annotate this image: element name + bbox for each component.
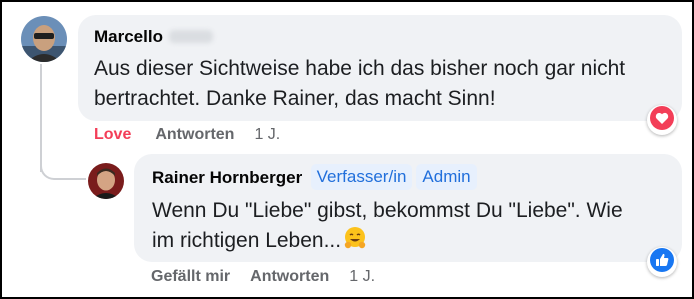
reply-button[interactable]: Antworten bbox=[155, 126, 234, 144]
like-button[interactable]: Gefällt mir bbox=[151, 268, 230, 286]
reply-text-line: Wenn Du "Liebe" gibst, bekommst Du "Lieb… bbox=[152, 199, 623, 222]
timestamp[interactable]: 1 J. bbox=[254, 126, 280, 144]
reaction-badge[interactable] bbox=[647, 247, 677, 277]
reply-bubble: Rainer Hornberger Verfasser/in Admin Wenn… bbox=[134, 154, 682, 262]
avatar[interactable] bbox=[88, 163, 124, 199]
comment-bubble: Marcello Aus dieser Sichtweise habe ich … bbox=[78, 15, 682, 121]
heart-icon bbox=[650, 105, 674, 135]
reaction-badge[interactable] bbox=[647, 105, 677, 135]
thread-connector bbox=[40, 152, 86, 180]
hugging-face-icon bbox=[343, 226, 367, 259]
reply-actions: Gefällt mir Antworten 1 J. bbox=[151, 268, 395, 286]
blurred-surname bbox=[168, 30, 213, 43]
author-badge: Verfasser/in bbox=[310, 164, 413, 190]
admin-badge: Admin bbox=[416, 164, 477, 190]
comment-text-line: Aus dieser Sichtweise habe ich das bishe… bbox=[94, 57, 626, 80]
reply-button[interactable]: Antworten bbox=[250, 268, 329, 286]
love-button[interactable]: Love bbox=[94, 126, 131, 144]
comment-author[interactable]: Marcello bbox=[94, 27, 163, 47]
reply-text: Wenn Du "Liebe" gibst, bekommst Du "Lieb… bbox=[152, 196, 666, 259]
reply-author[interactable]: Rainer Hornberger bbox=[152, 168, 302, 188]
timestamp[interactable]: 1 J. bbox=[349, 268, 375, 286]
avatar[interactable] bbox=[21, 16, 67, 62]
comment-thread: Marcello Aus dieser Sichtweise habe ich … bbox=[0, 0, 694, 299]
comment-text: Aus dieser Sichtweise habe ich das bishe… bbox=[94, 54, 666, 114]
reply-text-line: im richtigen Leben... bbox=[152, 229, 342, 252]
comment-actions: Love Antworten 1 J. bbox=[94, 126, 300, 144]
thumbs-up-icon bbox=[650, 247, 674, 277]
comment-text-line: bertrachtet. Danke Rainer, das macht Sin… bbox=[94, 87, 496, 110]
